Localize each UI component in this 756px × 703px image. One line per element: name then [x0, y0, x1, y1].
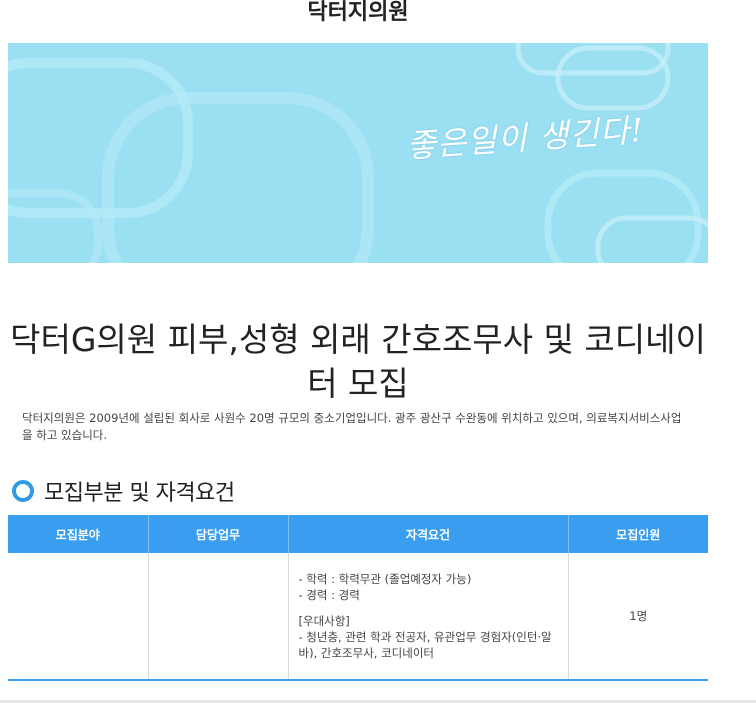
cell-qualifications: - 학력 : 학력무관 (졸업예정자 가능) - 경력 : 경력 [우대사항] … — [288, 553, 569, 681]
header-duty: 담당업무 — [148, 515, 289, 553]
requirements-table: 모집분야 담당업무 자격요건 모집인원 - 학력 : 학력무관 (졸업예정자 가… — [8, 515, 708, 681]
qualification-education: - 학력 : 학력무관 (졸업예정자 가능) — [298, 572, 472, 586]
cell-count: 1명 — [568, 553, 708, 681]
cell-field — [8, 553, 149, 681]
section-header: 모집부분 및 자격요건 — [12, 476, 235, 506]
header-field: 모집분야 — [8, 515, 149, 553]
header-count: 모집인원 — [568, 515, 708, 553]
preferred-details: - 청년층, 관련 학과 전공자, 유관업무 경험자(인턴·알바), 간호조무사… — [298, 630, 552, 660]
qualification-experience: - 경력 : 경력 — [298, 588, 360, 602]
job-title: 닥터G의원 피부,성형 외래 간호조무사 및 코디네이터 모집 — [10, 320, 706, 404]
table-header-row: 모집분야 담당업무 자격요건 모집인원 — [8, 515, 708, 553]
company-intro: 닥터지의원은 2009년에 설립된 회사로 사원수 20명 규모의 중소기업입니… — [22, 410, 682, 442]
preferred-title: [우대사항] — [298, 614, 350, 628]
table-row: - 학력 : 학력무관 (졸업예정자 가능) - 경력 : 경력 [우대사항] … — [8, 553, 708, 681]
header-qualifications: 자격요건 — [288, 515, 569, 553]
section-title: 모집부분 및 자격요건 — [44, 481, 235, 506]
circle-bullet-icon — [12, 480, 34, 502]
cell-duty — [148, 553, 289, 681]
company-name: 닥터지의원 — [307, 0, 409, 25]
recruit-banner: 좋은일이 생긴다! — [8, 43, 708, 263]
